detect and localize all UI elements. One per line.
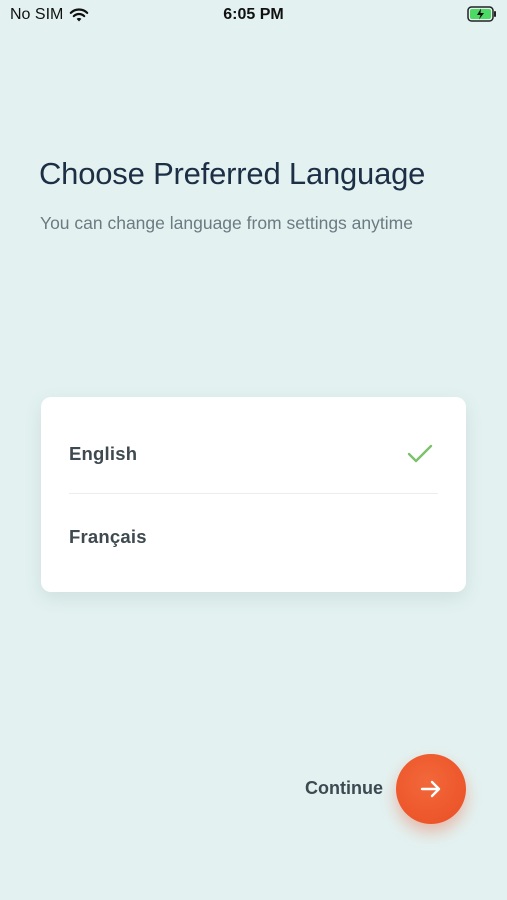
clock: 6:05 PM <box>223 6 284 23</box>
divider <box>69 493 438 494</box>
language-option-english[interactable]: English <box>69 424 438 484</box>
status-bar: No SIM 6:05 PM <box>0 0 507 30</box>
continue-button[interactable] <box>396 754 466 824</box>
continue-label[interactable]: Continue <box>305 778 383 799</box>
arrow-right-icon <box>420 780 441 798</box>
language-option-french[interactable]: Français <box>69 507 438 567</box>
battery-charging-icon <box>467 6 496 22</box>
page-subtitle: You can change language from settings an… <box>40 213 413 233</box>
language-card: English Français <box>41 397 466 592</box>
page-title: Choose Preferred Language <box>39 156 426 191</box>
check-icon <box>407 444 433 463</box>
language-label: English <box>69 443 138 464</box>
language-label: Français <box>69 526 147 547</box>
